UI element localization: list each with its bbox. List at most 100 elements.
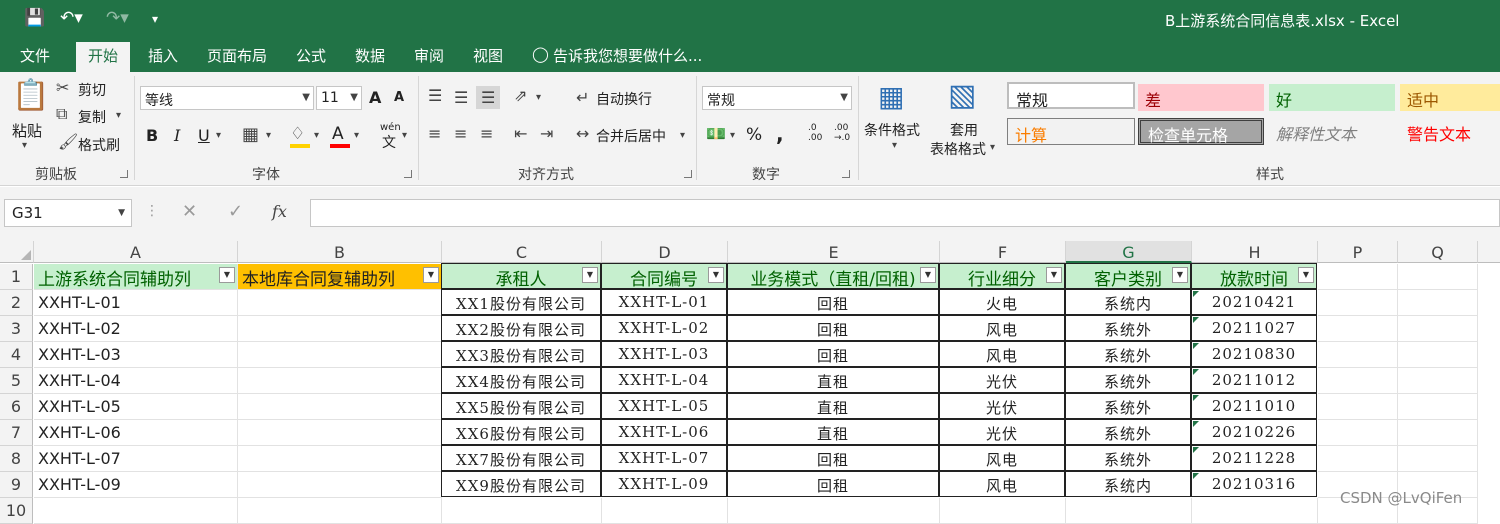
cell-c2[interactable]: XX1股份有限公司: [441, 289, 601, 315]
shrink-font-button[interactable]: A: [394, 90, 404, 105]
cell-b9[interactable]: [238, 472, 442, 498]
enter-check-icon[interactable]: ✓: [228, 201, 243, 222]
cell-p8[interactable]: [1318, 446, 1398, 472]
cell-a10[interactable]: [34, 498, 238, 524]
header-cell-h[interactable]: 放款时间 ▼: [1191, 263, 1317, 289]
cell-c8[interactable]: XX7股份有限公司: [441, 445, 601, 471]
copy-icon[interactable]: ⧉: [56, 104, 67, 124]
accounting-dropdown-icon[interactable]: ▾: [730, 130, 735, 141]
font-launcher-icon[interactable]: [404, 170, 412, 178]
align-right-icon[interactable]: ≡: [480, 124, 493, 143]
undo-icon[interactable]: ↶▾: [60, 8, 83, 28]
cell-h2[interactable]: 20210421: [1191, 289, 1317, 315]
cell-b5[interactable]: [238, 368, 442, 394]
filter-dropdown-icon[interactable]: ▼: [1046, 267, 1062, 283]
decrease-decimal-button[interactable]: .00: [834, 123, 848, 133]
row-header[interactable]: 10: [0, 498, 33, 524]
clipboard-launcher-icon[interactable]: [120, 170, 128, 178]
cell-e4[interactable]: 回租: [727, 341, 939, 367]
cell-g7[interactable]: 系统外: [1065, 419, 1191, 445]
cell-d8[interactable]: XXHT-L-07: [601, 445, 727, 471]
name-box[interactable]: G31 ▼: [4, 199, 132, 227]
number-launcher-icon[interactable]: [842, 170, 850, 178]
cell-b8[interactable]: [238, 446, 442, 472]
cell-c4[interactable]: XX3股份有限公司: [441, 341, 601, 367]
wrap-text-button[interactable]: 自动换行: [596, 89, 652, 109]
align-center-icon[interactable]: ≡: [454, 124, 467, 143]
cell-p5[interactable]: [1318, 368, 1398, 394]
cell-e7[interactable]: 直租: [727, 419, 939, 445]
filter-dropdown-icon[interactable]: ▼: [920, 267, 936, 283]
cell-a8[interactable]: XXHT-L-07: [34, 446, 238, 472]
cell-f4[interactable]: 风电: [939, 341, 1065, 367]
decrease-indent-icon[interactable]: ⇤: [514, 124, 527, 143]
format-as-table-line1[interactable]: 套用: [950, 120, 978, 140]
tab-home[interactable]: 开始: [76, 42, 131, 72]
merge-dropdown-icon[interactable]: ▾: [680, 130, 685, 141]
percent-style-button[interactable]: %: [746, 125, 762, 145]
font-size-box[interactable]: 11 ▼: [316, 86, 362, 110]
cell-p2[interactable]: [1318, 290, 1398, 316]
cell-e3[interactable]: 回租: [727, 315, 939, 341]
header-cell-f[interactable]: 行业细分 ▼: [939, 263, 1065, 289]
cell-c9[interactable]: XX9股份有限公司: [441, 471, 601, 497]
tell-me-search[interactable]: 告诉我您想要做什么...: [553, 45, 702, 66]
cell-p4[interactable]: [1318, 342, 1398, 368]
header-cell-b[interactable]: 本地库合同复辅助列 ▼: [238, 264, 442, 290]
style-calculation[interactable]: 计算: [1007, 118, 1135, 145]
cell-a2[interactable]: XXHT-L-01: [34, 290, 238, 316]
align-bottom-icon[interactable]: ☰: [476, 86, 501, 109]
save-icon[interactable]: 💾: [24, 8, 45, 28]
cell-q7[interactable]: [1398, 420, 1478, 446]
font-name-box[interactable]: 等线 ▼: [140, 86, 314, 110]
column-header-h[interactable]: H: [1192, 241, 1318, 263]
style-normal[interactable]: 常规: [1007, 82, 1135, 110]
style-explanatory[interactable]: 解释性文本: [1269, 118, 1395, 145]
orientation-dropdown-icon[interactable]: ▾: [536, 92, 541, 103]
cell-h3[interactable]: 20211027: [1191, 315, 1317, 341]
cell-q3[interactable]: [1398, 316, 1478, 342]
format-painter-icon[interactable]: 🖌: [58, 132, 78, 151]
cell-h10[interactable]: [1192, 498, 1318, 524]
style-warning[interactable]: 警告文本: [1400, 118, 1500, 145]
row-header[interactable]: 6: [0, 394, 33, 420]
tab-review[interactable]: 审阅: [414, 45, 444, 66]
cell-f6[interactable]: 光伏: [939, 393, 1065, 419]
cell-d2[interactable]: XXHT-L-01: [601, 289, 727, 315]
underline-dropdown-icon[interactable]: ▾: [216, 130, 221, 141]
cell-b2[interactable]: [238, 290, 442, 316]
cell-d7[interactable]: XXHT-L-06: [601, 419, 727, 445]
filter-dropdown-icon[interactable]: ▼: [219, 267, 235, 283]
column-header-f[interactable]: F: [940, 241, 1066, 263]
cell-e8[interactable]: 回租: [727, 445, 939, 471]
cell-b4[interactable]: [238, 342, 442, 368]
row-header[interactable]: 9: [0, 472, 33, 498]
header-cell-g[interactable]: 客户类别 ▼: [1065, 263, 1191, 289]
cell-e10[interactable]: [728, 498, 940, 524]
tab-data[interactable]: 数据: [355, 45, 385, 66]
customize-quick-access-icon[interactable]: ▾: [152, 12, 158, 26]
column-header-c[interactable]: C: [442, 241, 602, 263]
fill-color-dropdown-icon[interactable]: ▾: [314, 130, 319, 141]
cell-h6[interactable]: 20211010: [1191, 393, 1317, 419]
borders-icon[interactable]: ▦: [242, 124, 259, 145]
column-header-a[interactable]: A: [34, 241, 238, 263]
alignment-launcher-icon[interactable]: [684, 170, 692, 178]
cell-q1[interactable]: [1398, 264, 1478, 290]
format-as-table-button[interactable]: 表格格式: [930, 139, 986, 159]
cell-a4[interactable]: XXHT-L-03: [34, 342, 238, 368]
cell-q4[interactable]: [1398, 342, 1478, 368]
copy-dropdown-icon[interactable]: ▾: [116, 110, 121, 121]
copy-button[interactable]: 复制: [78, 107, 106, 127]
increase-decimal-button[interactable]: .0: [808, 123, 817, 133]
merge-center-icon[interactable]: ↔: [576, 124, 589, 143]
formula-input[interactable]: [310, 199, 1500, 227]
align-left-icon[interactable]: ≡: [428, 124, 441, 143]
column-header-g[interactable]: G: [1066, 241, 1192, 263]
cell-g3[interactable]: 系统外: [1065, 315, 1191, 341]
cell-b10[interactable]: [238, 498, 442, 524]
merge-center-button[interactable]: 合并后居中: [596, 126, 666, 146]
style-neutral[interactable]: 适中: [1400, 84, 1500, 111]
align-middle-icon[interactable]: ☰: [454, 88, 468, 107]
cell-g9[interactable]: 系统内: [1065, 471, 1191, 497]
